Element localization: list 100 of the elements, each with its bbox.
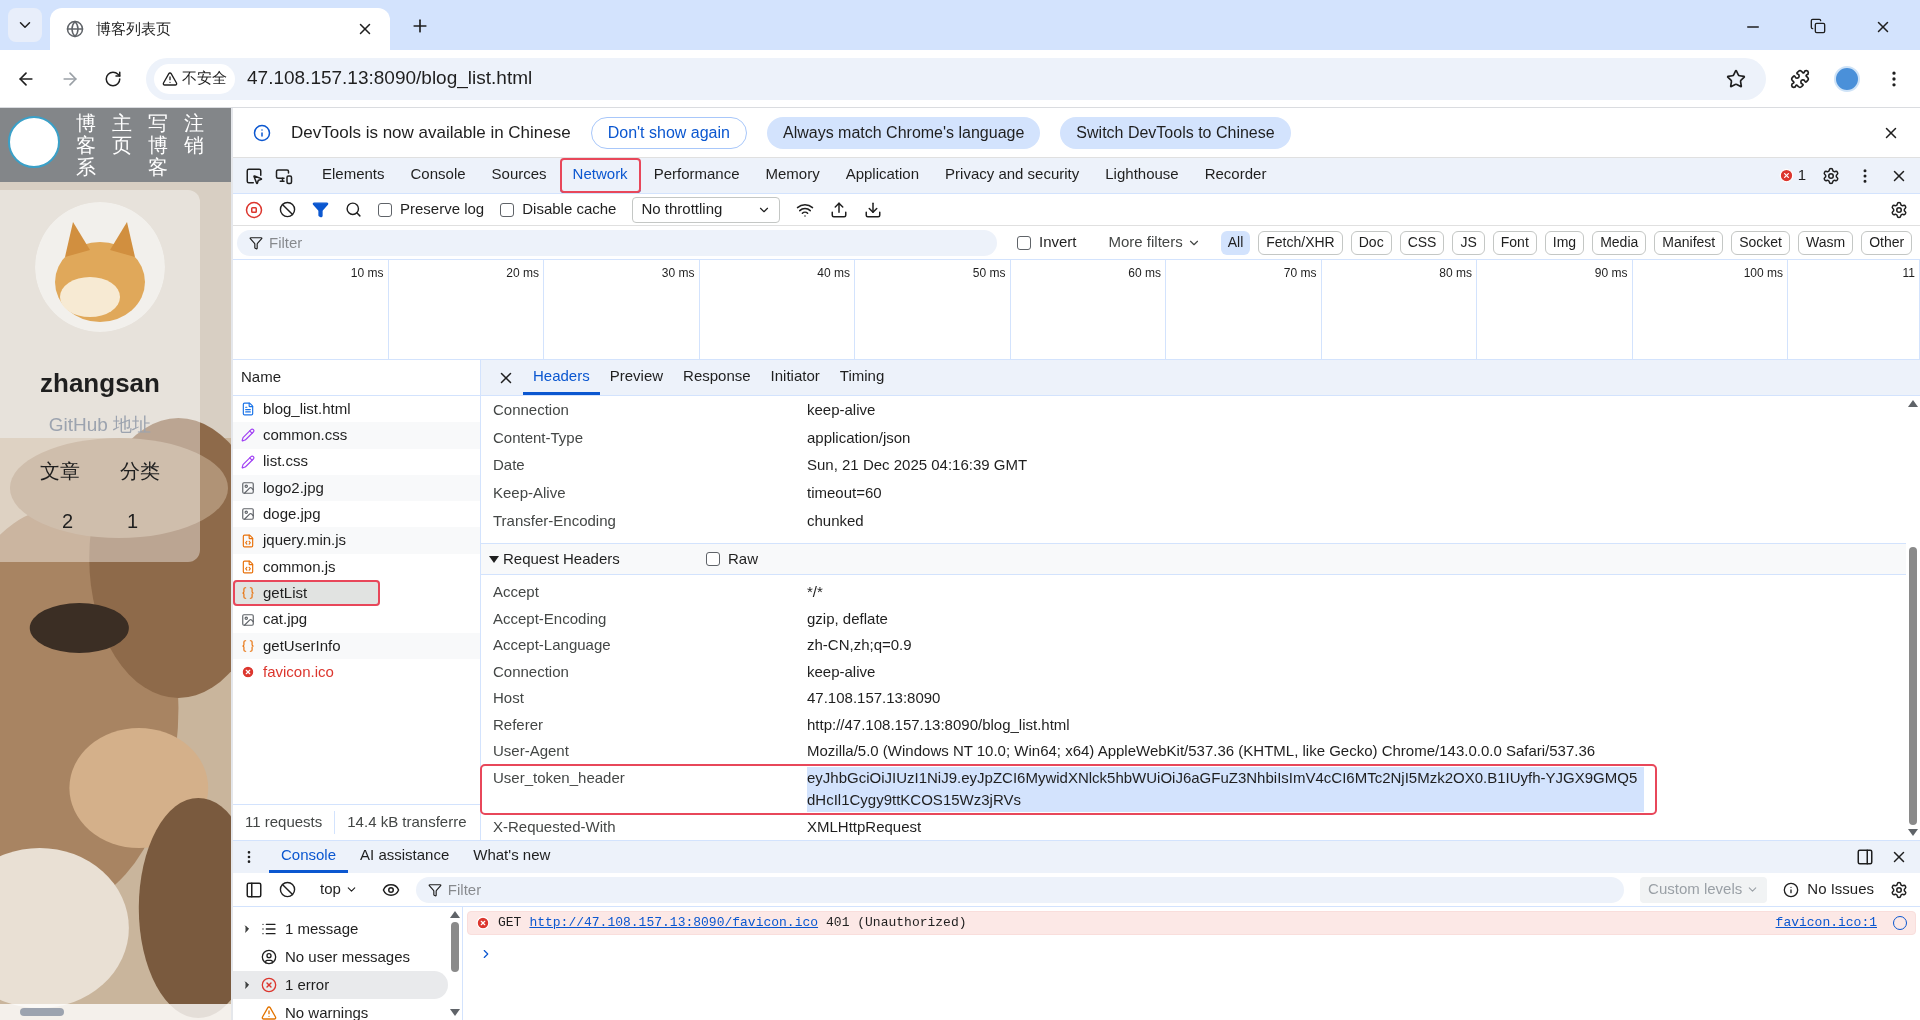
devtools-tab[interactable]: Elements — [309, 158, 398, 193]
header-value: http://47.108.157.13:8090/blog_list.html — [807, 714, 1070, 735]
upload-icon[interactable] — [830, 200, 849, 219]
filter-field[interactable]: Filter — [237, 229, 997, 256]
error-count[interactable]: 1 — [1778, 164, 1806, 187]
request-row[interactable]: logo2.jpg — [233, 474, 480, 502]
type-filter-chip[interactable]: Font — [1492, 230, 1537, 255]
timeline-tick: 30 ms — [661, 265, 695, 282]
address-bar[interactable]: 不安全 47.108.157.13:8090/blog_list.html — [146, 57, 1766, 100]
header-name: Host — [493, 688, 525, 708]
request-row[interactable]: common.css — [233, 422, 480, 449]
request-row[interactable]: favicon.ico — [233, 658, 480, 686]
console-sidebar-item[interactable]: No warnings — [233, 999, 448, 1020]
browser-tab[interactable]: 博客列表页 — [50, 8, 390, 50]
devtools-tab[interactable]: Performance — [640, 158, 753, 193]
request-row[interactable]: getList — [233, 580, 380, 607]
request-row[interactable]: getUserInfo — [233, 632, 480, 659]
error-icon — [241, 665, 255, 680]
record-icon[interactable] — [245, 200, 263, 219]
checkbox[interactable] — [1017, 235, 1031, 250]
settings-icon[interactable] — [1822, 166, 1840, 185]
security-chip[interactable]: 不安全 — [154, 63, 235, 94]
inspect-icon[interactable] — [245, 166, 263, 185]
request-link[interactable]: http://47.108.157.13:8090/favicon.ico — [529, 913, 819, 933]
type-filter-chip[interactable]: All — [1220, 230, 1251, 255]
type-filter-chip[interactable]: Socket — [1731, 230, 1790, 255]
devtools-tab[interactable]: Memory — [752, 158, 833, 193]
restore-icon[interactable] — [1810, 18, 1826, 34]
type-filter-chip[interactable]: Img — [1544, 230, 1585, 255]
profile-avatar[interactable] — [1834, 65, 1860, 92]
download-icon[interactable] — [864, 200, 883, 219]
request-row[interactable]: cat.jpg — [233, 606, 480, 633]
checkbox[interactable] — [500, 202, 515, 217]
detail-tab[interactable]: Headers — [523, 360, 600, 395]
type-filter-chip[interactable]: JS — [1452, 230, 1485, 255]
column-header[interactable]: Name — [233, 360, 480, 396]
type-filter-chip[interactable]: Wasm — [1798, 230, 1854, 255]
checkbox[interactable] — [378, 202, 392, 217]
source-link[interactable]: favicon.ico:1 — [1775, 913, 1877, 933]
request-row[interactable]: doge.jpg — [233, 501, 480, 528]
header-value: XMLHttpRequest — [807, 816, 922, 837]
devtools-tab[interactable]: Privacy and security — [932, 158, 1093, 193]
devtools-tab[interactable]: Application — [832, 158, 933, 193]
type-filter-chip[interactable]: Other — [1861, 230, 1913, 255]
info-icon — [1783, 881, 1800, 898]
console-sidebar-item[interactable]: 1 error — [233, 971, 448, 999]
type-filter-chip[interactable]: CSS — [1399, 230, 1445, 255]
throttling-dropdown[interactable]: No throttling — [632, 196, 781, 223]
dock-icon[interactable] — [1856, 848, 1874, 866]
list-icon — [261, 921, 277, 937]
timeline-tick: 90 ms — [1594, 265, 1628, 282]
detail-tab[interactable]: Timing — [829, 360, 895, 395]
header-value: eyJhbGciOiJIUzI1NiJ9.eyJpZCI6MywidXNlck5hbWUiOiJ6aGFuZ3NhbiIsImV4cCI6MTc2NjI5Mzk2OX0.B1IUyfh-YJGX9GMQ5dHcIl1Cygy9ttKCOS15Wz3jRVs — [807, 766, 1644, 812]
context-dropdown[interactable]: top — [312, 878, 366, 901]
settings-icon[interactable] — [1890, 200, 1908, 219]
devtools-tab[interactable]: Sources — [478, 158, 560, 193]
extensions-icon[interactable] — [1790, 68, 1810, 89]
timeline-tick: 20 ms — [506, 265, 539, 282]
type-filter-chip[interactable]: Doc — [1350, 230, 1392, 255]
request-row[interactable]: blog_list.html — [233, 396, 480, 423]
type-filter-chip[interactable]: Manifest — [1654, 230, 1724, 255]
search-icon[interactable] — [345, 201, 362, 218]
devtools-tab[interactable]: Network — [559, 158, 641, 193]
clear-icon[interactable] — [279, 881, 296, 898]
checkbox[interactable] — [706, 552, 720, 567]
console-sidebar-item[interactable]: 1 message — [233, 915, 448, 943]
devtools-tab[interactable]: Console — [397, 158, 479, 193]
settings-icon[interactable] — [1890, 880, 1908, 899]
drawer-tab[interactable]: AI assistance — [348, 841, 462, 873]
request-row[interactable]: common.js — [233, 553, 480, 581]
detail-tab[interactable]: Response — [673, 360, 761, 395]
devtools-tab[interactable]: Lighthouse — [1092, 158, 1192, 193]
filter-field[interactable]: Filter — [415, 876, 1625, 903]
more-filters-dropdown[interactable]: More filters — [1108, 231, 1201, 254]
console-sidebar-item[interactable]: No user messages — [233, 943, 448, 971]
sidebar-icon[interactable] — [245, 880, 263, 899]
bookmark-icon[interactable] — [1726, 68, 1746, 89]
type-filter-chip[interactable]: Fetch/XHR — [1258, 230, 1343, 255]
request-row[interactable]: list.css — [233, 448, 480, 475]
issues-button[interactable]: No Issues — [1783, 878, 1874, 901]
request-row[interactable]: jquery.min.js — [233, 527, 480, 554]
detail-tab[interactable]: Initiator — [760, 360, 830, 395]
checkbox-label: Preserve log — [400, 199, 485, 220]
infobar-button[interactable]: Switch DevTools to Chinese — [1060, 116, 1291, 149]
drawer-tab[interactable]: What's new — [461, 841, 563, 873]
device-icon[interactable] — [275, 166, 293, 185]
clear-icon[interactable] — [279, 201, 296, 218]
timeline-tick: 40 ms — [817, 265, 850, 282]
expand-triangle-icon — [489, 555, 499, 563]
drawer-tab[interactable]: Console — [269, 841, 349, 873]
detail-tab[interactable]: Preview — [599, 360, 674, 395]
type-filter-chip[interactable]: Media — [1592, 230, 1647, 255]
reload-icon[interactable] — [104, 69, 122, 88]
filter-icon[interactable] — [312, 201, 329, 218]
infobar-message: DevTools is now available in Chinese — [291, 121, 571, 144]
header-name: Transfer-Encoding — [493, 511, 617, 532]
header-name: X-Requested-With — [493, 816, 617, 837]
devtools-tab[interactable]: Recorder — [1191, 158, 1280, 193]
infobar-button[interactable]: Always match Chrome's language — [766, 116, 1041, 149]
section-header[interactable]: Request Headers Raw — [481, 543, 1906, 575]
